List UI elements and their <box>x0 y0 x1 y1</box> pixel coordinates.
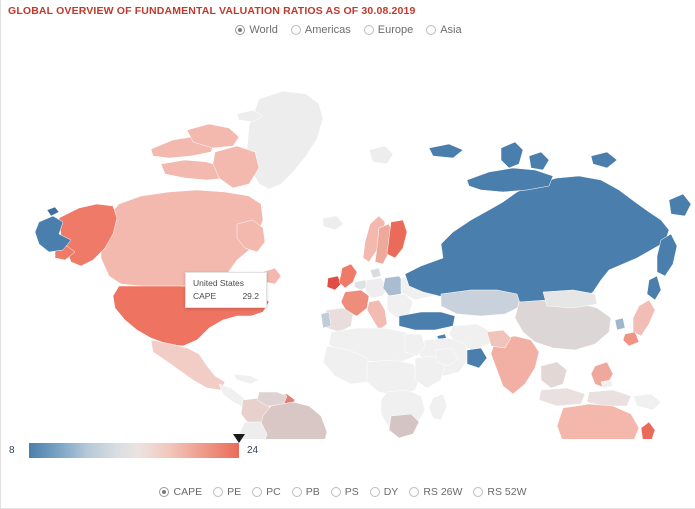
country-south-korea[interactable] <box>614 317 626 331</box>
tooltip-country: United States <box>193 278 245 288</box>
radio-dot-icon[interactable] <box>409 487 420 497</box>
region-radio-asia-label: Asia <box>440 24 462 36</box>
radio-dot-icon[interactable] <box>291 487 302 497</box>
metric-radio-rs52w[interactable]: RS 52W <box>473 486 527 498</box>
metric-radio-pc-label: PC <box>266 486 281 498</box>
metric-radio-pb[interactable]: PB <box>291 486 320 498</box>
map-svg[interactable]: .c { stroke:#ffffff; stroke-width:0.5; }… <box>1 44 695 439</box>
tooltip-metric-row: CAPE 29.2 <box>193 291 259 301</box>
radio-dot-icon[interactable] <box>369 487 380 497</box>
legend-min-value: 8 <box>9 445 15 456</box>
metric-radio-rs26w-label: RS 26W <box>423 486 463 498</box>
country-kazakhstan[interactable] <box>440 289 522 317</box>
radio-dot-icon[interactable] <box>473 487 484 497</box>
metric-radio-ps-label: PS <box>344 486 359 498</box>
metric-radio-rs52w-label: RS 52W <box>487 486 527 498</box>
color-scale-legend: 8 24 <box>1 434 271 468</box>
legend-max-value: 24 <box>247 445 259 456</box>
page-title: GLOBAL OVERVIEW OF FUNDAMENTAL VALUATION… <box>8 5 416 17</box>
dashboard-root: GLOBAL OVERVIEW OF FUNDAMENTAL VALUATION… <box>0 0 695 509</box>
radio-dot-icon[interactable] <box>363 25 374 35</box>
metric-radio-dy-label: DY <box>383 486 399 498</box>
metric-radio-cape-label: CAPE <box>173 486 203 498</box>
metric-radio-pe-label: PE <box>227 486 242 498</box>
map-tooltip: United States CAPE 29.2 <box>185 272 267 308</box>
radio-dot-icon[interactable] <box>290 25 301 35</box>
metric-radio-dy[interactable]: DY <box>369 486 399 498</box>
metric-radio-pb-label: PB <box>305 486 320 498</box>
legend-gradient-bar[interactable] <box>29 443 239 458</box>
region-filter-group[interactable]: World Americas Europe Asia <box>1 24 695 36</box>
country-portugal[interactable] <box>320 311 332 329</box>
tooltip-metric-label: CAPE <box>193 291 217 301</box>
region-radio-asia[interactable]: Asia <box>426 24 462 36</box>
metric-filter-group[interactable]: CAPE PE PC PB PS DY RS 26W RS 52W <box>1 486 695 498</box>
radio-dot-icon[interactable] <box>252 487 263 497</box>
radio-dot-icon[interactable] <box>235 25 246 35</box>
radio-dot-icon[interactable] <box>213 487 224 497</box>
legend-value-marker-icon <box>233 434 245 443</box>
metric-radio-pc[interactable]: PC <box>252 486 281 498</box>
metric-radio-ps[interactable]: PS <box>330 486 359 498</box>
region-radio-world-label: World <box>249 24 278 36</box>
radio-dot-icon[interactable] <box>426 25 437 35</box>
tooltip-metric-value: 29.2 <box>242 291 259 301</box>
region-radio-world[interactable]: World <box>235 24 278 36</box>
radio-dot-icon[interactable] <box>330 487 341 497</box>
region-radio-europe[interactable]: Europe <box>363 24 414 36</box>
region-radio-americas[interactable]: Americas <box>290 24 351 36</box>
world-choropleth-map[interactable]: .c { stroke:#ffffff; stroke-width:0.5; }… <box>1 44 695 439</box>
radio-dot-icon[interactable] <box>159 487 170 497</box>
metric-radio-pe[interactable]: PE <box>213 486 241 498</box>
country-turkey[interactable] <box>398 311 456 331</box>
metric-radio-cape[interactable]: CAPE <box>159 486 202 498</box>
region-radio-europe-label: Europe <box>377 24 414 36</box>
header: GLOBAL OVERVIEW OF FUNDAMENTAL VALUATION… <box>1 0 695 44</box>
region-radio-americas-label: Americas <box>304 24 351 36</box>
metric-radio-rs26w[interactable]: RS 26W <box>409 486 462 498</box>
country-mongolia[interactable] <box>542 289 598 309</box>
